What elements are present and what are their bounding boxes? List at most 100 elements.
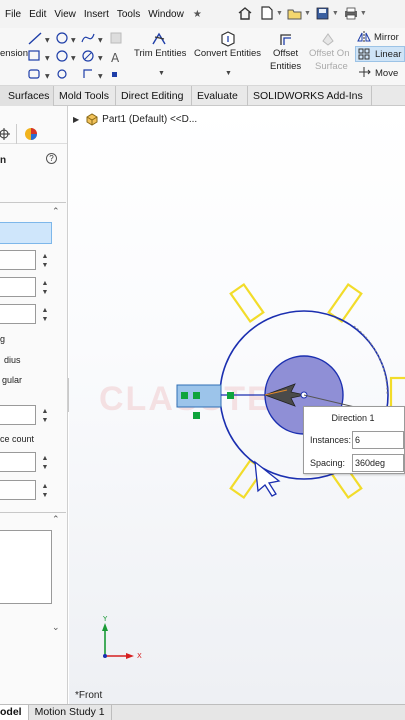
option-label-radius[interactable]: dius	[4, 355, 21, 365]
home-icon[interactable]	[236, 4, 254, 22]
help-icon[interactable]: ?	[46, 153, 57, 164]
option-label-instance-count[interactable]: ce count	[0, 434, 34, 444]
direction-section-header	[0, 202, 66, 203]
appearance-icon[interactable]	[24, 127, 38, 141]
svg-text:▼: ▼	[45, 37, 50, 44]
spin-arrows-1[interactable]: ▲ ▼	[40, 252, 50, 270]
spin-arrows-3[interactable]: ▲ ▼	[40, 306, 50, 324]
tab-evaluate[interactable]: Evaluate	[192, 86, 248, 106]
sketch-tools-icon-grid[interactable]: ▼ ▼ ▼ ▼ ▼ ▼ A ▼ ▼	[26, 30, 130, 82]
trim-entities-button[interactable]: Trim Entities	[134, 48, 186, 59]
menu-window[interactable]: Window	[148, 9, 184, 20]
collapse-up-icon[interactable]: ⌃	[52, 206, 60, 217]
command-manager-tabs: Surfaces Mold Tools Direct Editing Evalu…	[0, 86, 405, 106]
offset-on-surface-label-1: Offset On	[309, 48, 350, 59]
offset-entities-label-1[interactable]: Offset	[273, 48, 298, 59]
print-dropdown-icon[interactable]: ▼	[360, 10, 367, 17]
convert-dropdown-icon[interactable]: ▼	[225, 70, 232, 77]
convert-entities-button[interactable]: Convert Entities	[194, 48, 261, 59]
instance-count-field[interactable]	[0, 452, 36, 472]
svg-text:▼: ▼	[98, 73, 103, 80]
axis-x-label: X	[137, 652, 142, 660]
linear-pattern-icon	[358, 48, 370, 60]
property-manager-title: n	[0, 155, 7, 166]
spacing-label: Spacing:	[310, 458, 346, 468]
sketch-scene: Y X	[102, 282, 405, 660]
pattern-center-selection-box[interactable]	[0, 222, 52, 244]
view-orientation-label: *Front	[75, 690, 103, 701]
offset-on-surface-icon	[322, 33, 334, 46]
axis-y-label: Y	[102, 615, 108, 623]
save-icon[interactable]	[314, 4, 332, 22]
new-document-icon[interactable]	[258, 4, 276, 22]
option-label-angular[interactable]: gular	[2, 375, 22, 385]
spin-field-2[interactable]	[0, 277, 36, 297]
open-folder-icon[interactable]	[286, 4, 304, 22]
spin-arrows-2[interactable]: ▲ ▼	[40, 279, 50, 297]
tab-direct-editing[interactable]: Direct Editing	[116, 86, 192, 106]
linear-sketch-pattern-button[interactable]: Linear	[375, 49, 401, 60]
entities-section-header	[0, 512, 66, 513]
menu-insert[interactable]: Insert	[84, 9, 109, 20]
trim-dropdown-icon[interactable]: ▼	[158, 70, 165, 77]
move-entities-icon	[359, 67, 371, 77]
arc-preview	[353, 325, 388, 396]
manager-tab-row	[0, 124, 67, 144]
pin-icon[interactable]: ★	[193, 9, 202, 20]
mirror-entities-icon	[357, 31, 371, 43]
command-manager-ribbon: ension ▼ ▼ ▼ ▼ ▼ ▼ A ▼ ▼ Trim Entities ▼…	[0, 28, 405, 86]
trim-entities-icon	[152, 32, 166, 45]
direction-callout: Direction 1 Instances: 6 Spacing: 360deg	[303, 406, 405, 474]
print-icon[interactable]	[342, 4, 360, 22]
spin-field-1[interactable]	[0, 250, 36, 270]
crosshair-icon[interactable]	[0, 128, 10, 140]
expand-down-icon[interactable]: ⌄	[52, 622, 60, 633]
tab-surfaces[interactable]: Surfaces	[0, 86, 54, 106]
save-dropdown-icon[interactable]: ▼	[332, 10, 339, 17]
quick-access-toolbar: ▼ ▼ ▼ ▼	[236, 4, 370, 22]
spin-arrows-6[interactable]: ▲ ▼	[40, 482, 50, 500]
menu-file[interactable]: File	[5, 9, 21, 20]
mouse-cursor	[254, 460, 281, 497]
option-label-g[interactable]: g	[0, 334, 5, 344]
tab-divider	[16, 124, 17, 144]
spin-arrows-5[interactable]: ▲ ▼	[40, 454, 50, 472]
svg-text:▼: ▼	[98, 55, 103, 62]
svg-text:▼: ▼	[45, 55, 50, 62]
svg-text:▼: ▼	[98, 37, 103, 44]
instances-input[interactable]: 6	[352, 431, 404, 449]
open-dropdown-icon[interactable]: ▼	[304, 10, 311, 17]
tab-solidworks-add-ins[interactable]: SOLIDWORKS Add-Ins	[248, 86, 372, 106]
spin-field-4[interactable]	[0, 405, 36, 425]
menu-tools[interactable]: Tools	[117, 9, 140, 20]
property-manager-panel: n ? ⌃ ▲ ▼ ▲ ▼ ▲ ▼ g dius gular ▲ ▼ ce count …	[0, 106, 68, 704]
graphics-area[interactable]: ▶ Part1 (Default) <<D... CLASSTEC	[69, 106, 405, 704]
tab-mold-tools[interactable]: Mold Tools	[54, 86, 116, 106]
move-entities-button[interactable]: Move	[375, 68, 398, 79]
menu-view[interactable]: View	[54, 9, 76, 20]
spin-field-6[interactable]	[0, 480, 36, 500]
orientation-triad	[102, 623, 134, 659]
tab-motion-study-1[interactable]: Motion Study 1	[29, 705, 112, 720]
tab-model[interactable]: odel	[0, 705, 29, 720]
entities-to-pattern-list[interactable]	[0, 530, 52, 604]
offset-entities-label-2[interactable]: Entities	[270, 61, 301, 72]
svg-text:▼: ▼	[71, 55, 76, 62]
smart-dimension-label[interactable]: ension	[0, 48, 28, 59]
new-dropdown-icon[interactable]: ▼	[276, 10, 283, 17]
spin-field-3[interactable]	[0, 304, 36, 324]
svg-text:▼: ▼	[71, 37, 76, 44]
spacing-input[interactable]: 360deg	[352, 454, 404, 472]
bottom-tabs: odel Motion Study 1	[0, 704, 405, 720]
collapse-up-icon-2[interactable]: ⌃	[52, 514, 60, 525]
instances-label: Instances:	[310, 435, 352, 445]
convert-entities-icon	[221, 31, 235, 47]
menu-edit[interactable]: Edit	[29, 9, 46, 20]
menu-bar: File Edit View Insert Tools Window ★ ▼ ▼…	[0, 0, 405, 28]
offset-on-surface-label-2: Surface	[315, 61, 348, 72]
svg-text:A: A	[111, 51, 120, 65]
callout-title: Direction 1	[331, 413, 375, 423]
mirror-entities-button[interactable]: Mirror	[374, 32, 399, 43]
offset-entities-icon	[280, 34, 291, 45]
spin-arrows-4[interactable]: ▲ ▼	[40, 407, 50, 425]
